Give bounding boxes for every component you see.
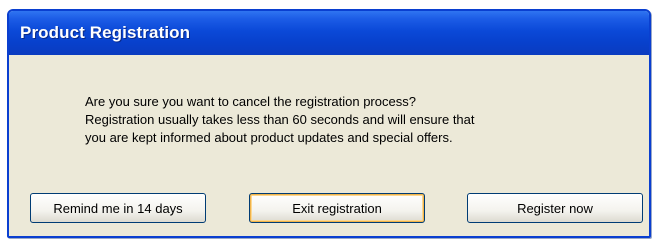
dialog-title: Product Registration [20,23,191,42]
message-line-1: Are you sure you want to cancel the regi… [85,94,416,109]
confirmation-message: Are you sure you want to cancel the regi… [85,93,605,147]
title-bar[interactable]: Product Registration [9,11,649,55]
remind-me-later-button[interactable]: Remind me in 14 days [30,193,206,223]
exit-registration-button[interactable]: Exit registration [249,193,425,223]
message-line-3: you are kept informed about product upda… [85,130,453,145]
message-line-2: Registration usually takes less than 60 … [85,112,475,127]
register-now-button[interactable]: Register now [467,193,643,223]
